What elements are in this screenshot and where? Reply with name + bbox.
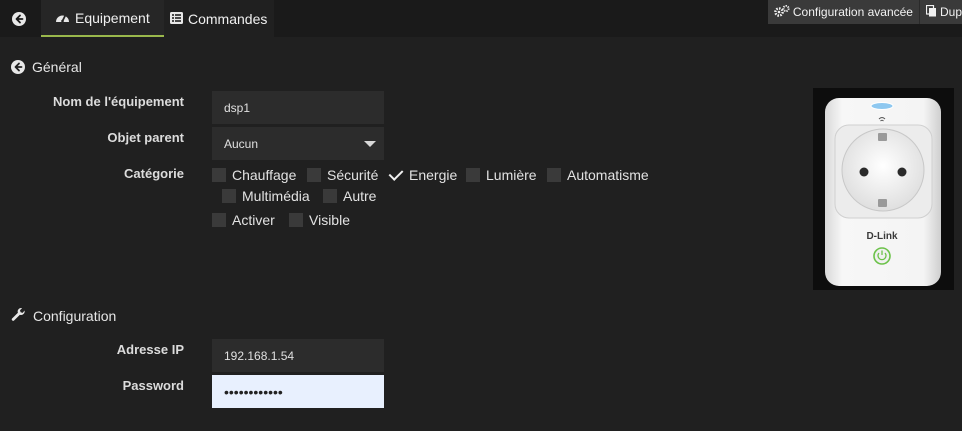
- categorie-label: Catégorie: [124, 166, 184, 181]
- checkbox-label: Lumière: [486, 167, 537, 183]
- checkbox-label: Automatisme: [567, 167, 649, 183]
- checkbox-box: [289, 213, 303, 227]
- duplicate-label: Dup: [939, 5, 962, 19]
- checkbox-box: [547, 168, 561, 182]
- checkbox-label: Activer: [232, 212, 275, 228]
- checkbox-box: [212, 213, 226, 227]
- checkbox-automatisme[interactable]: Automatisme: [547, 167, 649, 183]
- checkbox-label: Energie: [409, 167, 458, 183]
- password-value: ••••••••••••: [224, 383, 283, 400]
- section-general-title: Général: [11, 59, 82, 75]
- brand-logo: D-Link: [866, 231, 898, 242]
- nom-equipement-input[interactable]: [212, 91, 384, 124]
- checkbox-visible[interactable]: Visible: [289, 212, 350, 228]
- checkbox-box: [212, 168, 226, 182]
- password-label: Password: [122, 378, 184, 393]
- checkbox-label: Multimédia: [242, 188, 310, 204]
- checkbox-box: [307, 168, 321, 182]
- cogs-icon: [774, 4, 790, 20]
- checkbox-multimedia[interactable]: Multimédia: [222, 188, 310, 204]
- tab-commandes-label: Commandes: [188, 10, 268, 27]
- section-general-label: Général: [32, 59, 82, 75]
- checkbox-box: [323, 189, 337, 203]
- password-input[interactable]: ••••••••••••: [212, 375, 384, 408]
- objet-parent-select[interactable]: Aucun: [212, 127, 384, 160]
- section-configuration-title: Configuration: [11, 307, 116, 325]
- checkbox-chauffage[interactable]: Chauffage: [212, 167, 296, 183]
- arrow-left-circle-icon: [11, 11, 26, 26]
- wrench-icon: [11, 307, 26, 325]
- objet-parent-label: Objet parent: [107, 130, 184, 145]
- adresse-ip-input[interactable]: [212, 339, 384, 372]
- device-image: D-Link: [813, 88, 954, 290]
- duplicate-button[interactable]: Dup: [918, 0, 962, 24]
- caret-down-icon: [364, 140, 376, 147]
- nom-equipement-label: Nom de l'équipement: [53, 94, 184, 109]
- checkbox-securite[interactable]: Sécurité: [307, 167, 378, 183]
- copy-icon: [925, 4, 937, 20]
- tab-equipement[interactable]: Equipement: [41, 0, 164, 37]
- checkbox-box: [222, 189, 236, 203]
- checkbox-label: Sécurité: [327, 167, 379, 183]
- checkbox-energie[interactable]: Energie: [389, 167, 457, 183]
- tachometer-icon: [55, 10, 70, 26]
- list-icon: [170, 11, 183, 27]
- checkbox-autre[interactable]: Autre: [323, 188, 376, 204]
- config-avancee-label: Configuration avancée: [792, 5, 913, 19]
- tab-equipement-label: Equipement: [75, 9, 150, 26]
- back-button[interactable]: [0, 0, 37, 37]
- smart-plug-illustration: D-Link: [825, 98, 941, 286]
- checkmark-icon: [389, 168, 403, 182]
- checkbox-lumiere[interactable]: Lumière: [466, 167, 537, 183]
- tab-bar: Equipement Commandes Configuration avanc…: [0, 0, 962, 37]
- checkbox-label: Visible: [309, 212, 350, 228]
- toolbar-actions: Configuration avancée Dup: [767, 0, 962, 24]
- config-avancee-button[interactable]: Configuration avancée: [768, 0, 919, 24]
- checkbox-activer[interactable]: Activer: [212, 212, 275, 228]
- checkbox-label: Chauffage: [232, 167, 297, 183]
- checkbox-label: Autre: [343, 188, 377, 204]
- arrow-circle-left-icon: [11, 60, 25, 74]
- section-configuration-label: Configuration: [33, 308, 117, 324]
- checkbox-box: [466, 168, 480, 182]
- objet-parent-value: Aucun: [224, 136, 259, 151]
- tab-commandes[interactable]: Commandes: [164, 0, 274, 37]
- adresse-ip-label: Adresse IP: [116, 342, 184, 357]
